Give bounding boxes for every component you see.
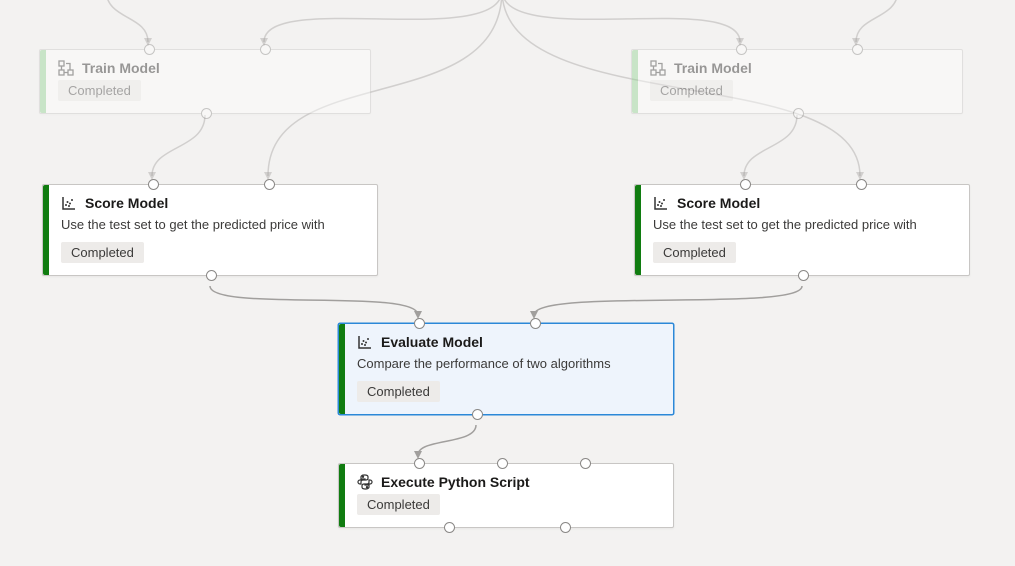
node-body: Execute Python Script Completed	[345, 464, 673, 527]
node-body: Train Model Completed	[638, 50, 962, 113]
node-title: Score Model	[85, 195, 168, 211]
node-score-model-left[interactable]: Score Model Use the test set to get the …	[42, 184, 378, 276]
status-badge: Completed	[650, 80, 733, 101]
input-port[interactable]	[852, 44, 863, 55]
scatter-chart-icon	[357, 334, 373, 350]
status-badge: Completed	[357, 381, 440, 402]
output-port[interactable]	[560, 522, 571, 533]
input-port[interactable]	[260, 44, 271, 55]
node-body: Score Model Use the test set to get the …	[49, 185, 377, 275]
node-train-model-right[interactable]: Train Model Completed	[631, 49, 963, 114]
node-title: Train Model	[674, 60, 752, 76]
node-title: Score Model	[677, 195, 760, 211]
scatter-chart-icon	[653, 195, 669, 211]
output-port[interactable]	[798, 270, 809, 281]
input-port[interactable]	[530, 318, 541, 329]
input-port[interactable]	[736, 44, 747, 55]
status-badge: Completed	[357, 494, 440, 515]
flowchart-icon	[58, 60, 74, 76]
flowchart-icon	[650, 60, 666, 76]
input-port[interactable]	[856, 179, 867, 190]
output-port[interactable]	[793, 108, 804, 119]
output-port[interactable]	[472, 409, 483, 420]
node-evaluate-model[interactable]: Evaluate Model Compare the performance o…	[338, 323, 674, 415]
status-badge: Completed	[653, 242, 736, 263]
status-badge: Completed	[61, 242, 144, 263]
input-port[interactable]	[264, 179, 275, 190]
status-badge: Completed	[58, 80, 141, 101]
node-score-model-right[interactable]: Score Model Use the test set to get the …	[634, 184, 970, 276]
node-execute-python-script[interactable]: Execute Python Script Completed	[338, 463, 674, 528]
input-port[interactable]	[148, 179, 159, 190]
input-port[interactable]	[580, 458, 591, 469]
input-port[interactable]	[144, 44, 155, 55]
pipeline-canvas[interactable]: Train Model Completed Train Model Comple…	[0, 0, 1015, 566]
node-description: Use the test set to get the predicted pr…	[61, 217, 365, 232]
node-description: Use the test set to get the predicted pr…	[653, 217, 957, 232]
node-body: Evaluate Model Compare the performance o…	[345, 324, 673, 414]
output-port[interactable]	[444, 522, 455, 533]
node-title: Execute Python Script	[381, 474, 530, 490]
scatter-chart-icon	[61, 195, 77, 211]
node-train-model-left[interactable]: Train Model Completed	[39, 49, 371, 114]
node-title: Train Model	[82, 60, 160, 76]
output-port[interactable]	[201, 108, 212, 119]
node-body: Train Model Completed	[46, 50, 370, 113]
node-body: Score Model Use the test set to get the …	[641, 185, 969, 275]
input-port[interactable]	[740, 179, 751, 190]
output-port[interactable]	[206, 270, 217, 281]
node-title: Evaluate Model	[381, 334, 483, 350]
input-port[interactable]	[414, 458, 425, 469]
input-port[interactable]	[414, 318, 425, 329]
node-description: Compare the performance of two algorithm…	[357, 356, 661, 371]
input-port[interactable]	[497, 458, 508, 469]
python-icon	[357, 474, 373, 490]
